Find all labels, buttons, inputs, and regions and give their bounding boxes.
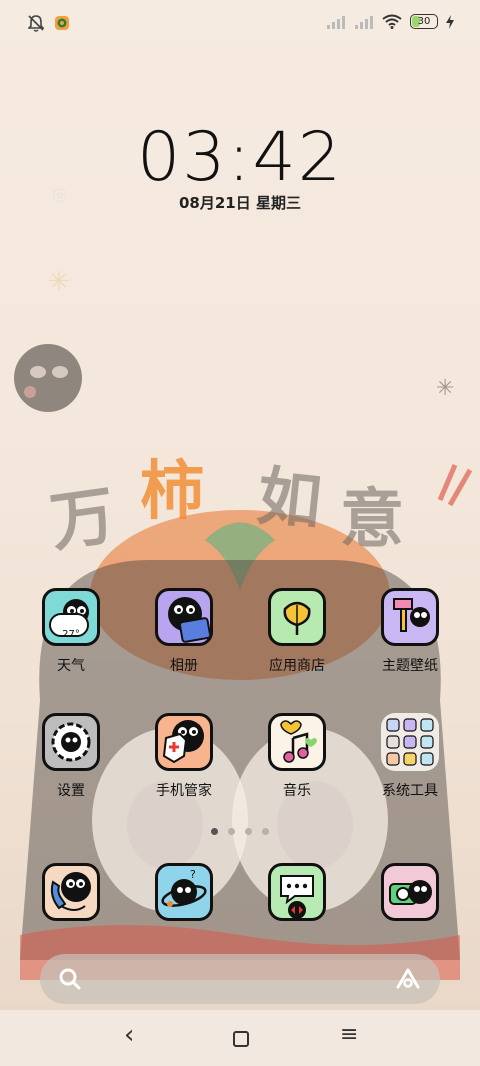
dock-messages[interactable] (252, 863, 342, 921)
clock-time[interactable]: 03:42 (0, 118, 480, 197)
app-security[interactable]: 手机管家 (139, 713, 229, 800)
app-weather[interactable]: 27° 天气 (26, 588, 116, 675)
charging-icon (446, 14, 454, 29)
status-right: 30 (326, 14, 454, 29)
app-settings[interactable]: 设置 (26, 713, 116, 800)
search-icon[interactable] (58, 967, 82, 991)
app-label: 天气 (57, 658, 85, 674)
wallpaper-char: 柿 (140, 454, 204, 529)
phone-icon[interactable] (42, 863, 100, 921)
home-button[interactable] (233, 1031, 249, 1047)
clock-date[interactable]: 08月21日 星期三 (0, 192, 480, 213)
folder-icon[interactable] (381, 713, 439, 771)
music-icon[interactable] (268, 713, 326, 771)
settings-icon[interactable] (42, 713, 100, 771)
wifi-icon (382, 14, 402, 29)
svg-text:✳: ✳ (48, 267, 70, 297)
app-label: 设置 (57, 783, 85, 799)
page-dot[interactable] (228, 828, 235, 835)
bell-muted-icon (28, 15, 44, 32)
app-label: 相册 (170, 658, 198, 674)
browser-icon[interactable]: ? (155, 863, 213, 921)
security-icon[interactable] (155, 713, 213, 771)
dock-browser[interactable]: ? (139, 863, 229, 921)
dock-camera[interactable] (365, 863, 455, 921)
page-indicator (0, 828, 480, 835)
navigation-bar: ‹ ≡ (0, 1010, 480, 1066)
svg-text:✳: ✳ (436, 376, 454, 401)
svg-text:?: ? (190, 868, 196, 881)
app-label: 音乐 (283, 783, 311, 799)
app-notification-icon (55, 16, 69, 30)
dock-phone[interactable] (26, 863, 116, 921)
status-bar: 30 (0, 0, 480, 50)
app-store-icon[interactable] (268, 588, 326, 646)
assistant-icon[interactable] (394, 967, 422, 991)
signal-icon (355, 15, 373, 29)
wallpaper-char: 如 (253, 458, 326, 541)
signal-icon (327, 15, 345, 29)
battery-icon: 30 (410, 14, 438, 29)
messages-icon[interactable] (268, 863, 326, 921)
gallery-icon[interactable] (155, 588, 213, 646)
app-label: 应用商店 (269, 658, 325, 674)
app-folder-tools[interactable]: 系统工具 (365, 713, 455, 800)
weather-icon[interactable]: 27° (42, 588, 100, 646)
app-label: 主题壁纸 (382, 658, 438, 674)
status-left (28, 14, 70, 32)
app-label: 系统工具 (382, 783, 438, 799)
weather-temp: 27° (62, 629, 80, 640)
page-dot[interactable] (245, 828, 252, 835)
page-dot[interactable] (262, 828, 269, 835)
battery-level: 30 (417, 16, 431, 27)
wallpaper-char: 意 (340, 482, 404, 557)
camera-icon[interactable] (381, 863, 439, 921)
search-bar[interactable] (40, 954, 440, 1004)
app-store[interactable]: 应用商店 (252, 588, 342, 675)
app-themes[interactable]: 主题壁纸 (365, 588, 455, 675)
app-music[interactable]: 音乐 (252, 713, 342, 800)
page-dot[interactable] (211, 828, 218, 835)
recents-button[interactable]: ≡ (340, 1022, 358, 1047)
wallpaper-char: 万 (45, 477, 120, 562)
back-button[interactable]: ‹ (124, 1020, 134, 1050)
app-gallery[interactable]: 相册 (139, 588, 229, 675)
themes-icon[interactable] (381, 588, 439, 646)
app-label: 手机管家 (156, 783, 212, 799)
